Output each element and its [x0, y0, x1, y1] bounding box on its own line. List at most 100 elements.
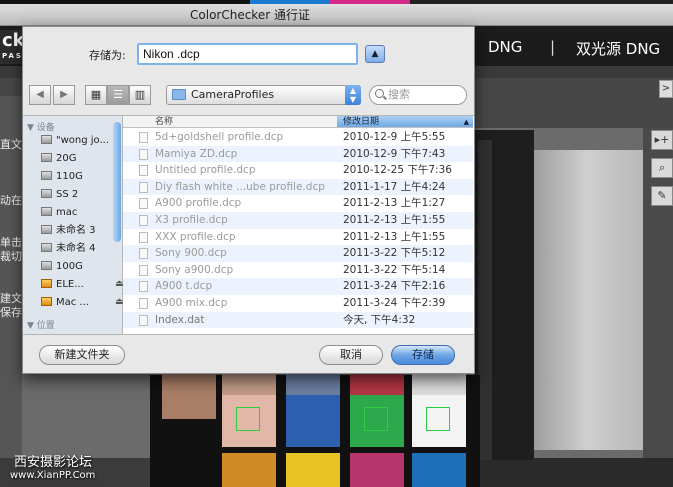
- sidebar-item-device[interactable]: 未命名 4: [41, 240, 125, 257]
- instruction-text: 动在: [0, 194, 22, 207]
- folder-icon: [172, 89, 186, 100]
- file-row[interactable]: Sony 900.dcp 2011-3-22 下午5:12: [123, 245, 473, 262]
- file-date: 2010-12-9 下午7:43: [343, 147, 446, 160]
- disk-icon: [41, 243, 52, 252]
- file-row[interactable]: Untitled profile.dcp 2010-12-25 下午7:36: [123, 162, 473, 179]
- image-frame-edge: [478, 140, 492, 460]
- file-name: X3 profile.dcp: [155, 214, 228, 226]
- window-titlebar: ColorChecker 通行证: [0, 0, 673, 26]
- tab-dng[interactable]: DNG: [488, 38, 522, 56]
- file-row[interactable]: Diy flash white ...ube profile.dcp 2011-1…: [123, 178, 473, 196]
- color-checker-chart: [150, 367, 480, 487]
- file-row[interactable]: XXX profile.dcp 2011-2-13 上午1:55: [123, 228, 473, 246]
- window-title: ColorChecker 通行证: [190, 8, 310, 22]
- file-date: 2011-3-24 下午2:16: [343, 280, 446, 293]
- document-icon: [139, 314, 148, 326]
- column-header-label: 修改日期: [343, 117, 380, 127]
- sidebar-item-device[interactable]: Mac ... ⏏: [41, 294, 125, 311]
- sidebar-item-label: 未命名 3: [56, 225, 96, 236]
- file-date: 2011-1-17 上午4:24: [343, 180, 446, 193]
- file-date: 2011-3-24 下午2:39: [343, 297, 446, 309]
- sidebar-item-device[interactable]: ELE... ⏏: [41, 276, 125, 293]
- file-browser: ▼ 设备 "wong jo... 20G 110G SS 2 mac 未命名 3…: [23, 115, 474, 335]
- document-icon: [139, 264, 148, 276]
- select-tool-icon[interactable]: ▸+: [651, 130, 673, 150]
- sidebar-item-label: 未命名 4: [56, 243, 96, 254]
- disk-icon: [41, 153, 52, 162]
- forward-button[interactable]: ▶: [53, 85, 75, 105]
- color-patch: [286, 453, 340, 487]
- color-patch: [286, 395, 340, 447]
- watermark-url: www.XianPP.Com: [10, 470, 96, 481]
- image-background: [530, 150, 643, 450]
- sidebar-item-device[interactable]: 100G: [41, 258, 125, 275]
- disk-icon: [41, 189, 52, 198]
- file-list: 名称 修改日期 ▲ 5d+goldshell profile.dcp 2010-12…: [123, 116, 473, 334]
- instruction-text: 裁切: [0, 250, 22, 263]
- list-view-button[interactable]: ☰: [107, 85, 129, 105]
- file-row[interactable]: A900 profile.dcp 2011-2-13 上午1:27: [123, 195, 473, 212]
- file-name: Index.dat: [155, 313, 205, 326]
- file-date: 2010-12-9 上午5:55: [343, 131, 446, 143]
- next-arrow-button[interactable]: >: [659, 80, 673, 98]
- document-icon: [139, 248, 148, 260]
- instruction-text: 直文: [0, 138, 22, 151]
- document-icon: [139, 181, 148, 193]
- save-button[interactable]: 存储: [391, 345, 455, 365]
- sidebar-item-label: 110G: [56, 171, 83, 182]
- column-view-button[interactable]: ▥: [129, 85, 151, 105]
- sidebar: ▼ 设备 "wong jo... 20G 110G SS 2 mac 未命名 3…: [23, 116, 125, 334]
- instruction-text: 保存: [0, 306, 22, 319]
- disk-icon: [41, 135, 52, 144]
- expand-dialog-button[interactable]: ▲: [365, 45, 385, 63]
- sample-square: [236, 407, 260, 431]
- file-row[interactable]: A900 mix.dcp 2011-3-24 下午2:39: [123, 295, 473, 312]
- title-stripe-cyan: [250, 0, 330, 4]
- sample-square: [426, 407, 450, 431]
- document-icon: [139, 165, 148, 177]
- file-row[interactable]: Mamiya ZD.dcp 2010-12-9 下午7:43: [123, 145, 473, 163]
- tab-dual-illuminant-dng[interactable]: 双光源 DNG: [576, 38, 660, 59]
- file-row[interactable]: A900 t.dcp 2011-3-24 下午2:16: [123, 278, 473, 295]
- new-folder-button[interactable]: 新建文件夹: [39, 345, 125, 365]
- file-name: A900 t.dcp: [155, 280, 213, 293]
- file-date: 2011-2-13 上午1:55: [343, 230, 446, 243]
- eyedropper-tool-icon[interactable]: ✎: [651, 186, 673, 206]
- file-date: 2010-12-25 下午7:36: [343, 164, 452, 177]
- document-icon: [139, 281, 148, 293]
- color-patch: [162, 367, 216, 419]
- save-dialog: 存储为: ▲ ◀ ▶ ▦ ☰ ▥ CameraProfiles ▲▼ 搜索 ▼ …: [22, 26, 475, 374]
- color-patch: [412, 453, 466, 487]
- file-row[interactable]: 5d+goldshell profile.dcp 2010-12-9 上午5:55: [123, 129, 473, 146]
- file-date: 2011-3-22 下午5:12: [343, 247, 446, 260]
- sidebar-item-label: mac: [56, 207, 78, 218]
- file-row[interactable]: X3 profile.dcp 2011-2-13 上午1:55: [123, 212, 473, 229]
- disk-icon: [41, 225, 52, 234]
- column-header-name[interactable]: 名称: [123, 116, 337, 128]
- title-stripe-dark: [410, 0, 673, 4]
- filename-field[interactable]: [137, 43, 358, 65]
- screen: ColorChecker 通行证 cke PAS DNG | 双光源 DNG >…: [0, 0, 673, 487]
- file-name: Untitled profile.dcp: [155, 164, 256, 177]
- sidebar-item-label: 20G: [56, 153, 77, 164]
- file-date: 2011-2-13 上午1:27: [343, 197, 446, 210]
- icon-view-button[interactable]: ▦: [85, 85, 107, 105]
- header-separator: |: [550, 38, 556, 56]
- search-field[interactable]: 搜索: [369, 85, 467, 105]
- file-name: Sony a900.dcp: [155, 263, 234, 276]
- zoom-tool-icon[interactable]: ⌕: [651, 158, 673, 178]
- cancel-button[interactable]: 取消: [319, 345, 383, 365]
- search-placeholder: 搜索: [388, 88, 410, 101]
- sidebar-scrollbar[interactable]: [113, 122, 121, 242]
- file-row[interactable]: Sony a900.dcp 2011-3-22 下午5:14: [123, 261, 473, 279]
- column-header-date[interactable]: 修改日期 ▲: [337, 116, 473, 128]
- sidebar-item-label: ELE...: [56, 279, 84, 290]
- location-popup[interactable]: CameraProfiles ▲ ▼: [166, 85, 361, 105]
- file-row[interactable]: Index.dat 今天, 下午4:32: [123, 311, 473, 329]
- sidebar-item-label: Mac ...: [56, 297, 89, 308]
- back-button[interactable]: ◀: [29, 85, 51, 105]
- color-patch: [350, 395, 404, 447]
- sidebar-header-places[interactable]: ▼ 位置: [27, 318, 55, 331]
- document-icon: [139, 298, 148, 309]
- popup-arrows-icon: ▲ ▼: [345, 85, 361, 105]
